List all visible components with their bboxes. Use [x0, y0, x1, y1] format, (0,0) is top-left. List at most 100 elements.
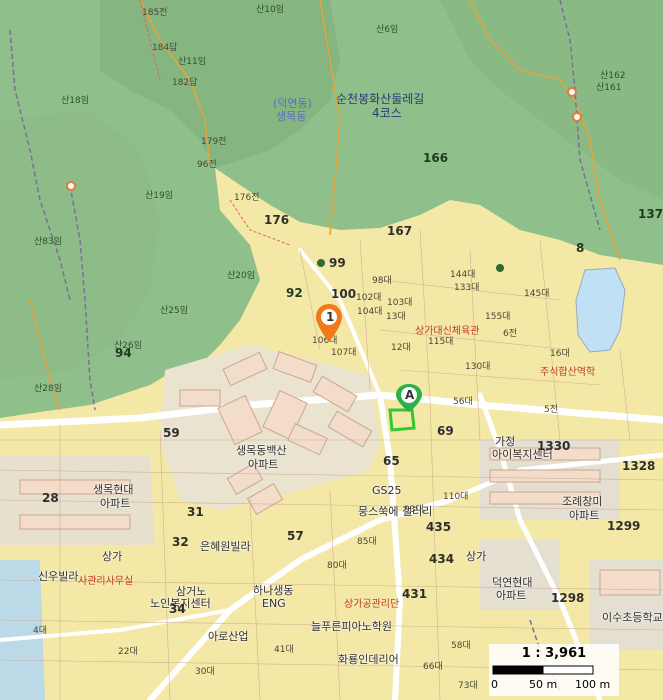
parcel-label: 산10임 [256, 5, 285, 15]
place-red-4: 상가공관리단 [344, 599, 400, 610]
parcel-label: 103대 [387, 298, 413, 308]
parcel-label: 산20임 [227, 271, 256, 281]
parcel-label: 4대 [33, 626, 48, 636]
lot-label: 1330 [537, 439, 571, 453]
marker-green-label: A [405, 388, 415, 402]
place-apt-joryechangmi-2: 아파트 [569, 509, 600, 522]
scale-tick-0: 0 [491, 678, 498, 691]
parcel-label: 66대 [423, 662, 443, 672]
place-sangga-1: 상가 [102, 550, 123, 563]
location-marker-orange[interactable]: 1 [315, 303, 343, 343]
parcel-label: 184답 [152, 43, 178, 53]
lot-label: 57 [287, 529, 304, 543]
parcel-label: 155대 [485, 312, 511, 322]
place-eunhae-villa: 은혜원빌라 [200, 540, 251, 553]
lot-label: 34 [169, 602, 186, 616]
lot-label: 434 [429, 552, 455, 566]
parcel-label: 산28임 [34, 384, 63, 394]
parcel-label: 80대 [327, 561, 347, 571]
trail-label-line1: 순천봉화산둘레길 [336, 92, 425, 106]
place-hwayong: 화룡인데리어 [338, 653, 399, 666]
lot-label: 69 [437, 424, 454, 438]
trail-label-line2: 4코스 [372, 106, 402, 120]
place-apt-baeksan-2: 아파트 [248, 458, 279, 471]
parcel-label: 산18임 [61, 96, 90, 106]
parcel-label: 12대 [391, 343, 411, 353]
parcel-label: 85대 [357, 537, 377, 547]
parcel-label: 56대 [453, 397, 473, 407]
parcel-label: 산83임 [34, 237, 63, 247]
parcel-label: 98대 [372, 276, 392, 286]
place-apt-hyundai-2: 아파트 [100, 497, 131, 510]
lot-label: 92 [286, 286, 303, 300]
parcel-label: 41대 [274, 645, 294, 655]
place-sangga-2: 상가 [466, 550, 487, 563]
parcel-label: 13대 [386, 312, 406, 322]
parcel-label: 5전 [544, 405, 559, 415]
parcel-label: 22대 [118, 647, 138, 657]
parcel-label: 산11임 [178, 57, 207, 67]
parcel-label: 산6임 [376, 25, 399, 35]
parcel-label: 176전 [234, 193, 260, 203]
parcel-label: 산161 [596, 83, 622, 93]
place-jodang-1: 가정 [495, 435, 516, 448]
scale-tick-100: 100 m [575, 678, 611, 691]
parcel-label: 93대 [404, 505, 424, 515]
place-red-2: 주식합산역학 [540, 367, 596, 378]
parcel-label: 130대 [465, 362, 491, 372]
parcel-label: 185전 [142, 8, 168, 18]
lot-label: 167 [387, 224, 413, 238]
parcel-label: 16대 [550, 349, 570, 359]
place-red-3: 사관리사무실 [78, 576, 134, 587]
parcel-label: 산26임 [114, 341, 143, 351]
place-red-1: 상가대신체육관 [415, 326, 480, 337]
scale-bar: 1 : 3,961 0 50 m 100 m [489, 644, 619, 696]
parcel-label: 145대 [524, 289, 550, 299]
place-ijoo-school: 이수초등학교 [602, 611, 663, 624]
parcel-label: 104대 [357, 307, 383, 317]
place-ara-industrial: 아로산업 [208, 630, 249, 643]
lot-label: 99 [329, 256, 346, 270]
lot-label: 32 [172, 535, 189, 549]
lot-label: 8 [576, 241, 585, 255]
lot-label: 435 [426, 520, 452, 534]
place-hana-2: ENG [262, 597, 286, 610]
lot-label: 1298 [551, 591, 585, 605]
lot-label: 1299 [607, 519, 641, 533]
location-marker-green[interactable]: A [395, 383, 423, 413]
parcel-label: 산25임 [160, 306, 189, 316]
lot-label: 65 [383, 454, 400, 468]
district-label-line2: 생목동 [276, 110, 307, 123]
place-apt-joryechangmi-1: 조례창미 [562, 495, 603, 508]
lot-label: 28 [42, 491, 59, 505]
parcel-label: 182답 [172, 78, 198, 88]
parcel-label: 산162 [600, 71, 626, 81]
lot-label: 59 [163, 426, 180, 440]
marker-orange-label: 1 [326, 310, 335, 324]
lot-label: 31 [187, 505, 204, 519]
place-shinwoo-villa: 신우빌라 [38, 570, 79, 583]
place-apt-deokyeon-2: 아파트 [496, 589, 527, 602]
parcel-label: 102대 [356, 293, 382, 303]
lot-label: 176 [264, 213, 290, 227]
lot-label: 166 [423, 151, 449, 165]
parcel-label: 144대 [450, 270, 476, 280]
parcel-label: 73대 [458, 681, 478, 691]
lot-label: 1370 [638, 207, 663, 221]
parcel-label: 6전 [503, 329, 518, 339]
district-label-line1: (덕연동) [273, 97, 312, 110]
place-gas-station: GS25 [372, 484, 402, 497]
lot-label: 1328 [622, 459, 656, 473]
parcel-label: 179전 [201, 137, 227, 147]
parcel-label: 30대 [195, 667, 215, 677]
place-apt-hyundai-1: 생목현대 [93, 483, 134, 496]
parcel-label: 58대 [451, 641, 471, 651]
place-neulpureun: 늘푸른피아노학원 [311, 620, 392, 633]
lot-label: 100 [331, 287, 357, 301]
scale-tick-50: 50 m [529, 678, 558, 691]
place-apt-deokyeon-1: 덕연현대 [492, 576, 533, 589]
place-senior-1: 삼거노 [176, 585, 207, 598]
place-apt-baeksan-1: 생목동백산 [236, 444, 287, 457]
parcel-label: 115대 [428, 337, 454, 347]
map-viewport[interactable]: 순천봉화산둘레길 4코스 (덕연동) 생목동 생목동백산 아파트 생목현대 아파… [0, 0, 663, 700]
